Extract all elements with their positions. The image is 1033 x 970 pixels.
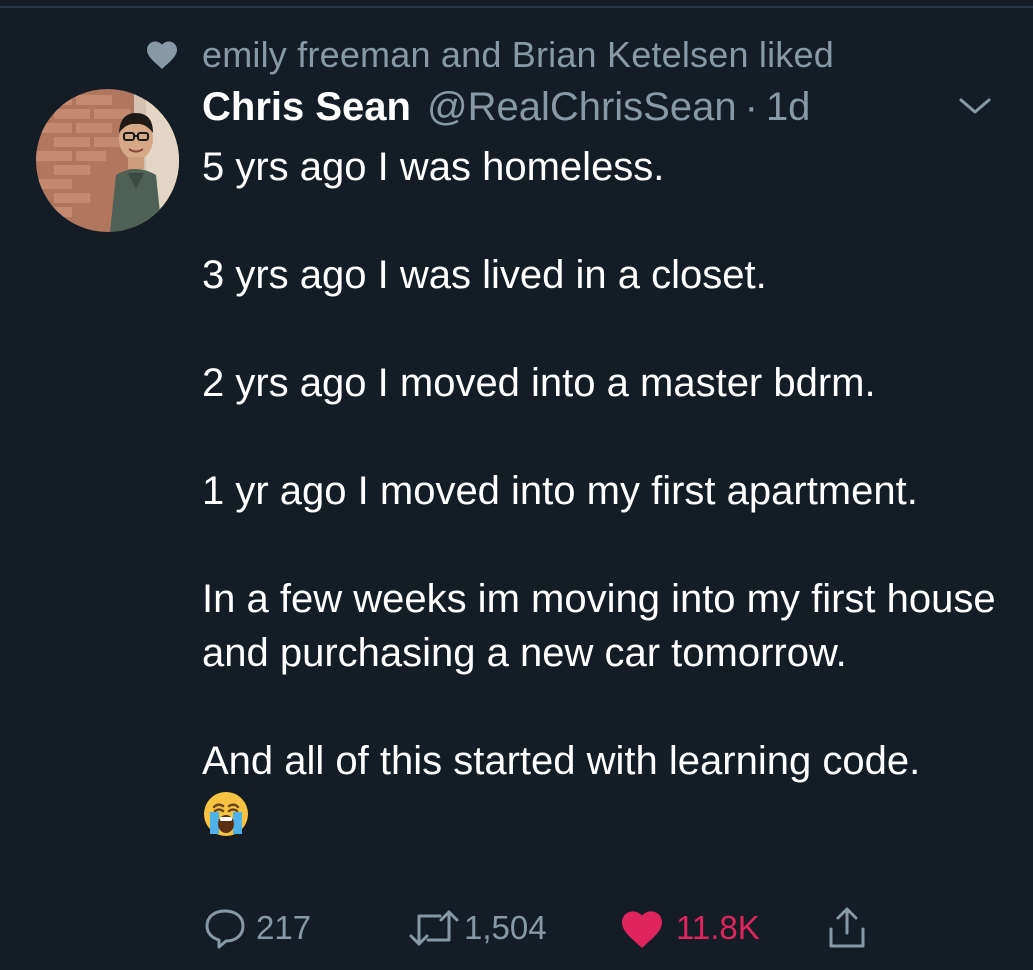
- timestamp[interactable]: 1d: [766, 85, 811, 130]
- tweet-header: Chris Sean @RealChrisSean · 1d: [202, 84, 810, 130]
- retweet-count: 1,504: [464, 909, 547, 946]
- separator-dot: ·: [744, 84, 758, 129]
- social-context[interactable]: emily freeman and Brian Ketelsen liked: [144, 34, 834, 76]
- tweet-line: And all of this started with learning co…: [202, 739, 921, 783]
- tweet-actions: 217 1,504 11.8K: [202, 902, 902, 954]
- reply-button[interactable]: 217: [202, 902, 311, 954]
- user-handle[interactable]: @RealChrisSean: [427, 85, 737, 130]
- avatar-image: [36, 89, 179, 232]
- retweet-icon: [409, 910, 459, 946]
- reply-count: 217: [256, 909, 312, 946]
- top-divider: [0, 6, 1033, 8]
- tweet-line: In a few weeks im moving into my first h…: [202, 577, 996, 675]
- like-button[interactable]: 11.8K: [618, 902, 760, 954]
- share-button[interactable]: [824, 902, 870, 954]
- display-name[interactable]: Chris Sean: [202, 85, 411, 130]
- like-count: 11.8K: [676, 909, 760, 946]
- reply-icon: [205, 909, 245, 949]
- tweet-line: 2 yrs ago I moved into a master bdrm.: [202, 361, 876, 405]
- retweet-button[interactable]: 1,504: [408, 902, 547, 954]
- tweet-line: 3 yrs ago I was lived in a closet.: [202, 253, 767, 297]
- tweet-text: 5 yrs ago I was homeless. 3 yrs ago I wa…: [202, 140, 1002, 838]
- tweet-line: 5 yrs ago I was homeless.: [202, 145, 665, 189]
- tweet-line: 1 yr ago I moved into my first apartment…: [202, 469, 918, 513]
- heart-icon: [622, 911, 662, 948]
- chevron-down-icon[interactable]: [957, 94, 993, 118]
- crying-face-emoji-icon: [204, 792, 248, 836]
- heart-icon: [147, 41, 177, 69]
- share-icon: [829, 907, 865, 948]
- social-context-text: emily freeman and Brian Ketelsen liked: [202, 34, 834, 75]
- avatar[interactable]: [36, 89, 179, 232]
